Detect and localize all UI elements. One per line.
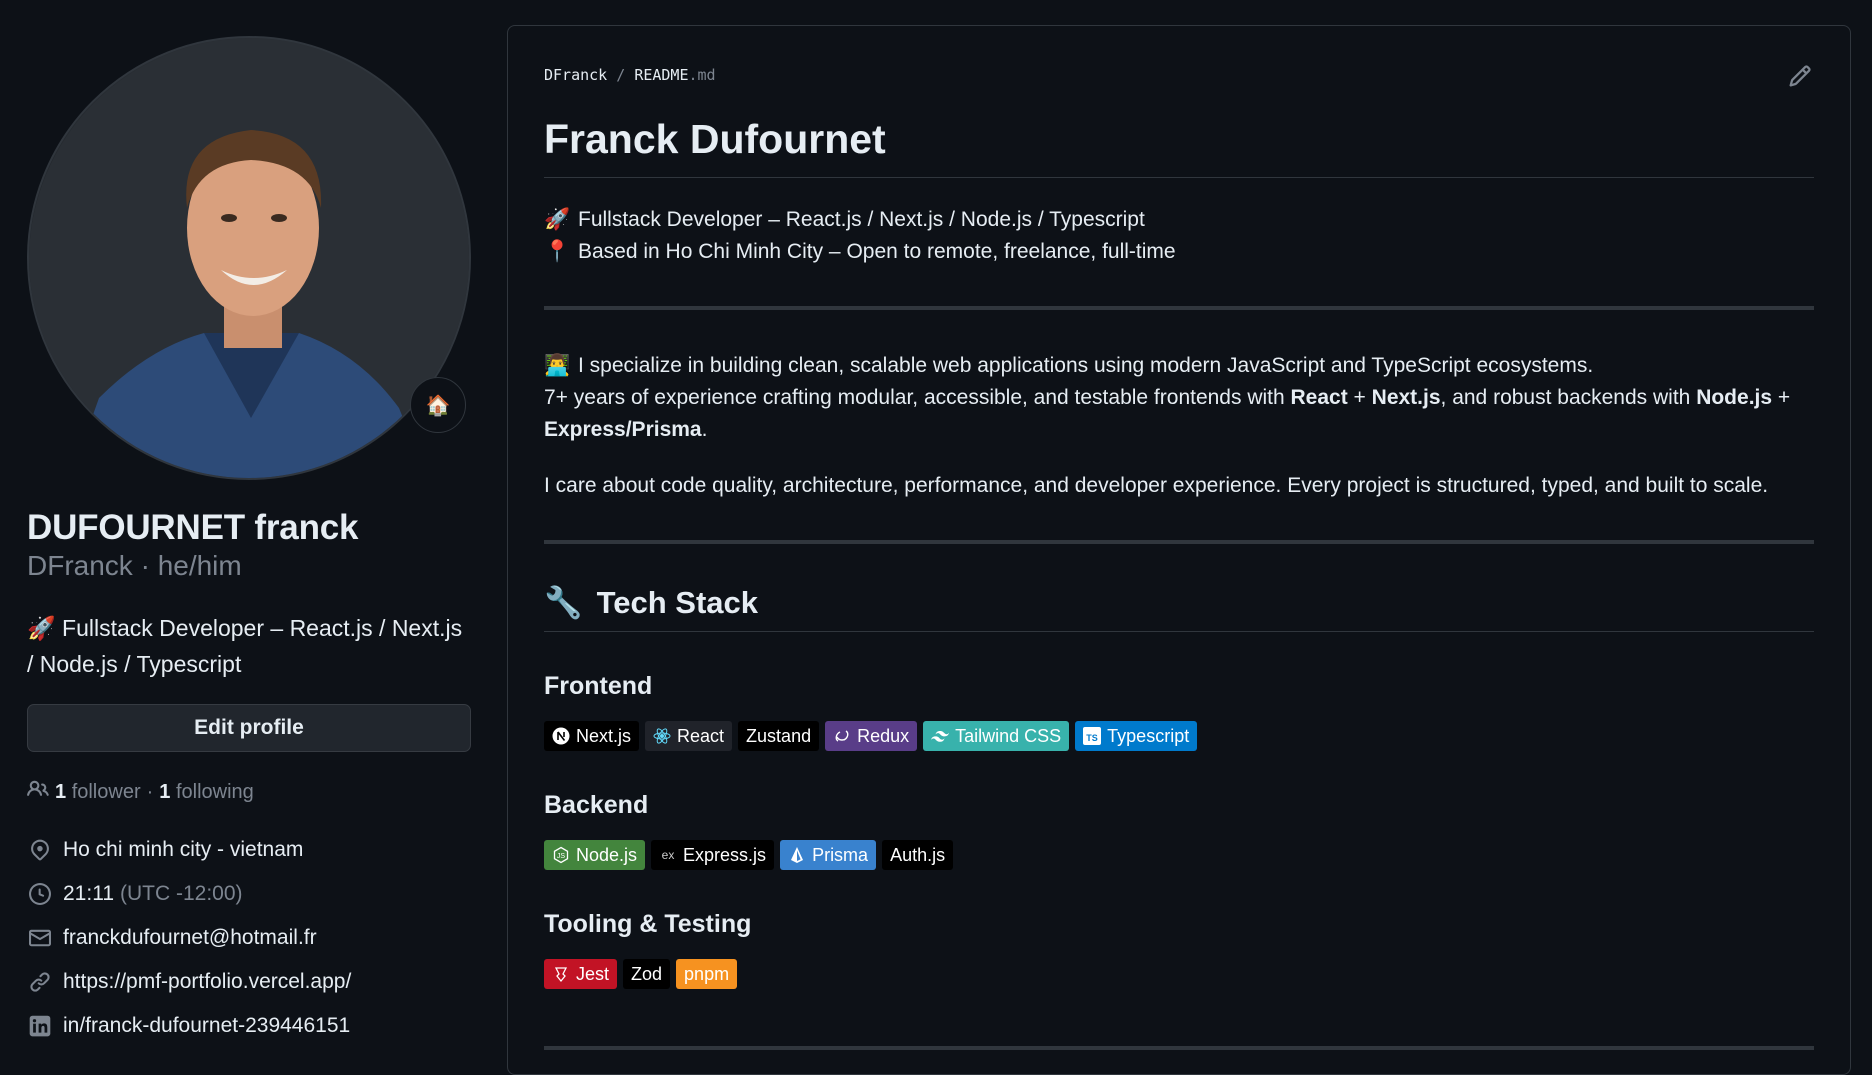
- divider: [544, 1046, 1814, 1050]
- profile-local-time: 21:11 (UTC -12:00): [27, 872, 471, 916]
- profile-location: Ho chi minh city - vietnam: [27, 828, 471, 872]
- badge-label: Tailwind CSS: [955, 725, 1062, 746]
- avatar-portrait: [29, 38, 469, 478]
- typescript-icon: TS: [1083, 727, 1102, 745]
- jest-icon: [552, 965, 570, 983]
- badge-label: Zustand: [746, 725, 812, 746]
- profile-details: Ho chi minh city - vietnam 21:11 (UTC -1…: [27, 828, 471, 1048]
- badge-label: Next.js: [576, 725, 632, 746]
- tech-stack-heading: 🔧 Tech Stack: [544, 584, 1814, 632]
- badge-prisma: Prisma: [780, 840, 877, 870]
- avatar-container: 🏠: [27, 36, 471, 480]
- badge-label: Jest: [576, 963, 610, 984]
- profile-pronouns: he/him: [157, 550, 242, 581]
- location-pin-icon: [27, 837, 53, 863]
- rocket-icon: 🚀: [27, 615, 56, 641]
- profile-handle: DFranck · he/him: [27, 550, 471, 582]
- rocket-icon: 🚀: [544, 208, 571, 231]
- people-icon: [27, 778, 49, 806]
- breadcrumb-file[interactable]: README: [634, 66, 688, 84]
- edit-readme-pencil-icon[interactable]: [1788, 64, 1814, 90]
- badge-label: Zod: [631, 963, 663, 984]
- profile-bio: 🚀 Fullstack Developer – React.js / Next.…: [27, 610, 471, 682]
- badge-label: Express.js: [683, 844, 767, 865]
- nextjs-icon: [552, 727, 570, 745]
- badge-node-js: JS Node.js: [544, 840, 646, 870]
- linkedin-icon: [27, 1013, 53, 1039]
- breadcrumb-user[interactable]: DFranck: [544, 66, 607, 84]
- profile-full-name: DUFOURNET franck: [27, 508, 359, 547]
- handle-separator: ·: [140, 550, 158, 581]
- following-link[interactable]: 1 following: [159, 781, 254, 804]
- follow-stats: 1 follower · 1 following: [27, 778, 471, 806]
- badge-label: Auth.js: [890, 844, 946, 865]
- intro-line: 📍 Based in Ho Chi Minh City – Open to rem…: [544, 236, 1814, 268]
- badge-zustand: Zustand: [738, 721, 820, 751]
- badge-tailwind-css: Tailwind CSS: [923, 721, 1070, 751]
- followers-link[interactable]: 1 follower: [55, 781, 141, 804]
- profile-website[interactable]: https://pmf-portfolio.vercel.app/: [27, 960, 471, 1004]
- profile-email[interactable]: franckdufournet@hotmail.fr: [27, 916, 471, 960]
- edit-profile-button[interactable]: Edit profile: [27, 704, 471, 752]
- profile-sidebar: 🏠 DUFOURNET franck DFranck · he/him 🚀 Fu…: [27, 36, 471, 1048]
- backend-badges: JS Node.js ex Express.js Prisma Auth.js: [544, 840, 1814, 870]
- readme-intro: 🚀 Fullstack Developer – React.js / Next.j…: [544, 204, 1814, 268]
- avatar[interactable]: [27, 36, 471, 480]
- pin-icon: 📍: [544, 240, 571, 263]
- link-icon: [27, 969, 53, 995]
- redux-icon: [833, 727, 851, 745]
- svg-text:ex: ex: [662, 848, 675, 862]
- frontend-heading: Frontend: [544, 672, 653, 700]
- tooling-heading: Tooling & Testing: [544, 910, 752, 938]
- profile-username: DFranck: [27, 550, 133, 581]
- divider: [544, 306, 1814, 310]
- badge-react: React: [645, 721, 733, 751]
- about-paragraph: 👨‍💻 I specialize in building clean, scala…: [544, 350, 1814, 446]
- house-icon: 🏠: [425, 394, 451, 417]
- badge-label: Prisma: [812, 844, 869, 865]
- badge-express-js: ex Express.js: [651, 840, 775, 870]
- intro-line: 🚀 Fullstack Developer – React.js / Next.j…: [544, 204, 1814, 236]
- readme-content: Franck Dufournet 🚀 Fullstack Developer – …: [544, 116, 1814, 989]
- badge-label: Typescript: [1107, 725, 1190, 746]
- badge-next-js: Next.js: [544, 721, 640, 751]
- prisma-icon: [788, 846, 806, 864]
- profile-linkedin[interactable]: in/franck-dufournet-239446151: [27, 1004, 471, 1048]
- status-emoji-button[interactable]: 🏠: [410, 377, 466, 433]
- badge-auth-js: Auth.js: [882, 840, 954, 870]
- tooling-badges: Jest Zod pnpm: [544, 959, 1814, 989]
- frontend-badges: Next.js React Zustand Redux Tailwind CSS TS Ty…: [544, 721, 1814, 751]
- technologist-icon: 👨‍💻: [544, 354, 571, 377]
- badge-zod: Zod: [623, 959, 671, 989]
- readme-title: Franck Dufournet: [544, 116, 1814, 178]
- badge-pnpm: pnpm: [676, 959, 738, 989]
- badge-label: Redux: [857, 725, 910, 746]
- readme-breadcrumb: DFranck / README.md: [544, 66, 716, 84]
- badge-jest: Jest: [544, 959, 618, 989]
- express-icon: ex: [659, 846, 677, 864]
- quality-paragraph: I care about code quality, architecture,…: [544, 474, 1769, 497]
- follow-separator: ·: [146, 780, 154, 803]
- nodejs-icon: JS: [552, 846, 570, 864]
- wrench-icon: 🔧: [544, 585, 583, 620]
- svg-text:JS: JS: [557, 853, 566, 860]
- clock-icon: [27, 881, 53, 907]
- mail-icon: [27, 925, 53, 951]
- badge-label: Node.js: [576, 844, 638, 865]
- badge-label: pnpm: [684, 963, 730, 984]
- divider: [544, 540, 1814, 544]
- badge-redux: Redux: [825, 721, 918, 751]
- badge-label: React: [677, 725, 725, 746]
- badge-typescript: TS Typescript: [1075, 721, 1198, 751]
- backend-heading: Backend: [544, 791, 649, 819]
- svg-text:TS: TS: [1086, 733, 1098, 743]
- tailwind-icon: [931, 727, 950, 745]
- readme-card: DFranck / README.md Franck Dufournet 🚀 Fu…: [507, 25, 1851, 1075]
- profile-bio-text: Fullstack Developer – React.js / Next.js…: [27, 615, 463, 677]
- react-icon: [653, 727, 671, 745]
